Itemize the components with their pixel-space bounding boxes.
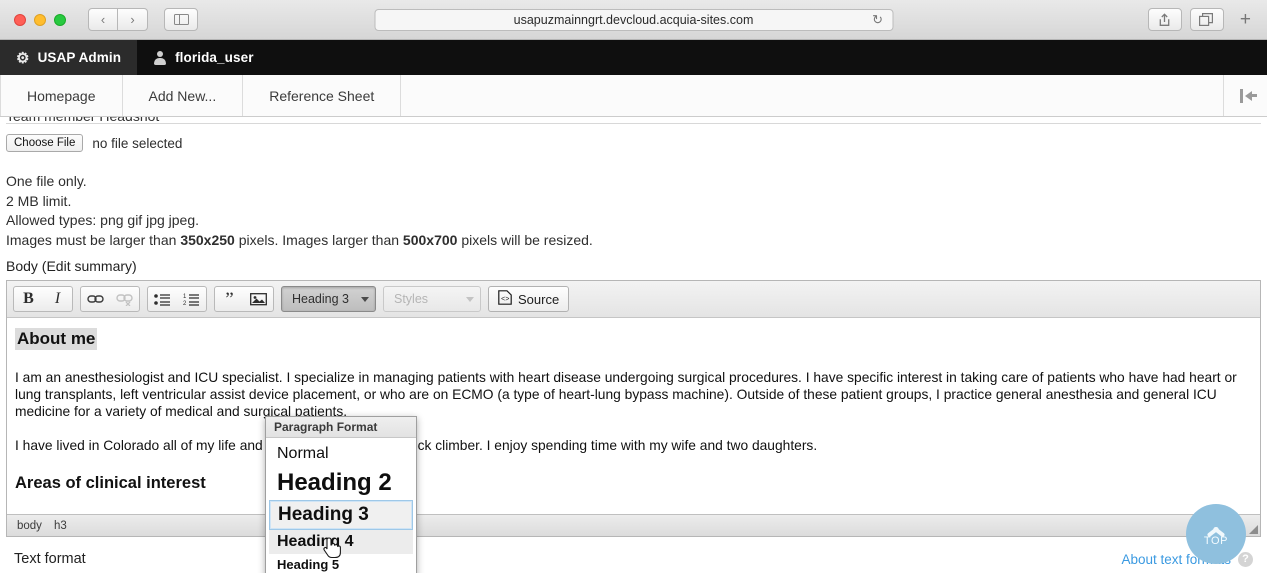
back-button[interactable]: ‹	[88, 8, 118, 31]
desc-line-size-limit: 2 MB limit.	[6, 192, 1261, 212]
blockquote-icon[interactable]: ”	[215, 287, 244, 311]
editor-status-bar: body h3	[7, 514, 1260, 536]
headshot-field-clipped: Team member Headshot	[6, 117, 1261, 125]
content-heading-interest: Areas of clinical interest	[15, 474, 1252, 493]
source-code-icon: <>	[498, 290, 512, 308]
bold-label: B	[23, 290, 34, 308]
svg-text:<>: <>	[501, 296, 509, 304]
collapse-toolbar-icon[interactable]	[1223, 75, 1267, 116]
italic-label: I	[55, 290, 60, 308]
new-tab-button[interactable]: +	[1232, 9, 1259, 31]
paragraph-format-menu-title: Paragraph Format	[266, 417, 416, 438]
desc-line-dimensions: Images must be larger than 350x250 pixel…	[6, 231, 1261, 251]
secondary-tab-bar: Homepage Add New... Reference Sheet	[0, 75, 1267, 117]
link-icon[interactable]	[81, 287, 110, 311]
tab-label: Add New...	[149, 88, 217, 104]
url-text: usapuzmainngrt.devcloud.acquia-sites.com	[514, 13, 754, 27]
chevron-down-icon	[466, 297, 474, 302]
paragraph-format-value: Heading 3	[292, 292, 349, 306]
selected-file-status: no file selected	[92, 136, 182, 151]
styles-value: Styles	[394, 292, 428, 306]
desc-line-allowed-types: Allowed types: png gif jpg jpeg.	[6, 211, 1261, 231]
editor-toolbar: B I	[7, 281, 1260, 318]
upload-description: One file only. 2 MB limit. Allowed types…	[6, 172, 1261, 250]
dim-max: 500x700	[403, 232, 458, 248]
tab-label: Homepage	[27, 88, 96, 104]
insert-group: ”	[214, 286, 274, 312]
menu-item-heading-2[interactable]: Heading 2	[269, 466, 413, 500]
list-group: 12	[147, 286, 207, 312]
dim-prefix: Images must be larger than	[6, 232, 180, 248]
dim-mid: pixels. Images larger than	[235, 232, 403, 248]
content-paragraph-colorado: I have lived in Colorado all of my life …	[15, 437, 1252, 454]
dim-suffix: pixels will be resized.	[457, 232, 592, 248]
tab-label: Reference Sheet	[269, 88, 374, 104]
forward-button[interactable]: ›	[118, 8, 148, 31]
bold-button[interactable]: B	[14, 287, 43, 311]
text-format-label: Text format	[14, 551, 86, 567]
tab-homepage[interactable]: Homepage	[0, 75, 123, 116]
text-format-row: Text format About text formats ?	[6, 537, 1261, 567]
admin-user-link[interactable]: florida_user	[137, 40, 269, 75]
node-edit-form: Team member Headshot Choose File no file…	[0, 117, 1267, 567]
element-path-h3[interactable]: h3	[54, 520, 67, 532]
paragraph-format-combo[interactable]: Heading 3	[281, 286, 376, 312]
desc-line-one-file: One file only.	[6, 172, 1261, 192]
share-icon[interactable]	[1148, 8, 1182, 31]
gear-icon: ⚙	[16, 49, 30, 67]
styles-combo: Styles	[383, 286, 481, 312]
numbered-list-icon[interactable]: 12	[177, 287, 206, 311]
svg-text:2: 2	[183, 301, 187, 306]
admin-site-link[interactable]: ⚙ USAP Admin	[0, 40, 137, 75]
bulleted-list-icon[interactable]	[148, 287, 177, 311]
italic-button[interactable]: I	[43, 287, 72, 311]
admin-user-label: florida_user	[175, 50, 253, 65]
content-heading-about: About me	[15, 328, 97, 350]
menu-item-normal[interactable]: Normal	[269, 442, 413, 466]
admin-toolbar: ⚙ USAP Admin florida_user	[0, 40, 1267, 75]
dim-min: 350x250	[180, 232, 235, 248]
scroll-to-top-button[interactable]: TOP	[1186, 504, 1246, 564]
tab-reference-sheet[interactable]: Reference Sheet	[243, 75, 401, 116]
link-group	[80, 286, 140, 312]
page-content: Team member Headshot Choose File no file…	[0, 117, 1267, 573]
source-button[interactable]: <> Source	[488, 286, 569, 312]
window-controls[interactable]	[0, 14, 66, 26]
paragraph-format-menu-list: Normal Heading 2 Heading 3 Heading 4 Hea…	[266, 438, 416, 573]
body-field-label: Body (Edit summary)	[6, 258, 1261, 274]
unlink-icon	[110, 287, 139, 311]
reload-icon[interactable]: ↻	[872, 12, 883, 28]
address-bar[interactable]: usapuzmainngrt.devcloud.acquia-sites.com…	[374, 9, 893, 31]
tab-add-new[interactable]: Add New...	[123, 75, 244, 116]
close-window-button[interactable]	[14, 14, 26, 26]
chevron-up-icon	[1205, 522, 1227, 533]
source-label: Source	[518, 292, 559, 307]
admin-site-label: USAP Admin	[38, 50, 122, 65]
user-icon	[153, 51, 167, 65]
maximize-window-button[interactable]	[54, 14, 66, 26]
editor-content-area[interactable]: About me I am an anesthesiologist and IC…	[7, 318, 1260, 514]
image-icon[interactable]	[244, 287, 273, 311]
editor-resize-handle[interactable]	[1249, 525, 1258, 534]
chevron-down-icon	[361, 297, 369, 302]
menu-item-heading-5[interactable]: Heading 5	[269, 554, 413, 573]
menu-item-heading-3[interactable]: Heading 3	[269, 500, 413, 530]
paragraph-format-menu[interactable]: Paragraph Format Normal Heading 2 Headin…	[265, 416, 417, 573]
element-path-body[interactable]: body	[17, 520, 42, 532]
minimize-window-button[interactable]	[34, 14, 46, 26]
browser-right-controls[interactable]: +	[1148, 8, 1259, 31]
sidebar-toggle-icon[interactable]	[164, 8, 198, 31]
text-style-group: B I	[13, 286, 73, 312]
menu-item-heading-4[interactable]: Heading 4	[269, 530, 413, 554]
choose-file-button[interactable]: Choose File	[6, 134, 83, 152]
content-paragraph-about: I am an anesthesiologist and ICU special…	[15, 369, 1252, 420]
navigation-buttons[interactable]: ‹ ›	[88, 8, 148, 31]
show-tabs-icon[interactable]	[1190, 8, 1224, 31]
svg-text:1: 1	[183, 294, 187, 300]
file-upload-row: Choose File no file selected	[6, 134, 1261, 152]
help-icon[interactable]: ?	[1238, 552, 1253, 567]
ckeditor: B I	[6, 280, 1261, 537]
browser-chrome: ‹ › usapuzmainngrt.devcloud.acquia-sites…	[0, 0, 1267, 40]
